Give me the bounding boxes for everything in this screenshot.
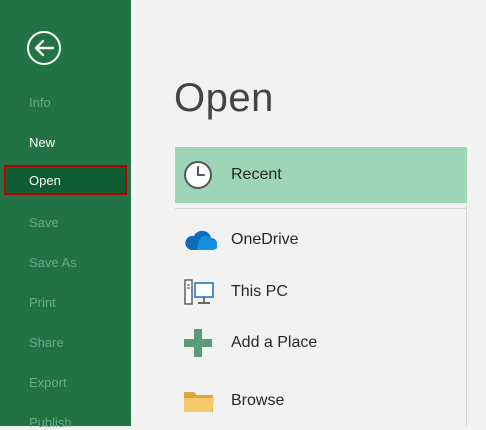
back-button[interactable]: [26, 30, 62, 66]
nav-item-share[interactable]: Share: [29, 335, 64, 350]
location-recent-label: Recent: [231, 166, 282, 183]
location-recent[interactable]: Recent: [175, 147, 467, 203]
nav-item-print[interactable]: Print: [29, 295, 56, 310]
cloud-icon: [185, 230, 217, 250]
divider: [175, 208, 467, 209]
folder-icon: [184, 392, 214, 412]
page-title: Open: [174, 76, 274, 120]
location-onedrive[interactable]: OneDrive: [175, 212, 467, 268]
location-this-pc[interactable]: This PC: [175, 264, 467, 320]
nav-item-save-as[interactable]: Save As: [29, 255, 77, 270]
nav-item-new[interactable]: New: [29, 135, 55, 150]
nav-item-save[interactable]: Save: [29, 215, 59, 230]
nav-item-info[interactable]: Info: [29, 95, 51, 110]
nav-item-publish[interactable]: Publish: [29, 415, 72, 430]
location-add-a-place[interactable]: Add a Place: [175, 315, 467, 371]
open-pane: Open Recent OneDrive This PC Add a Place…: [131, 0, 486, 426]
location-add-a-place-label: Add a Place: [231, 334, 318, 351]
location-onedrive-label: OneDrive: [231, 231, 299, 248]
clock-icon: [184, 161, 212, 189]
nav-item-open[interactable]: Open: [4, 165, 127, 195]
location-browse[interactable]: Browse: [175, 373, 467, 429]
back-arrow-icon: [27, 31, 61, 65]
nav-item-open-label: Open: [29, 172, 61, 188]
location-this-pc-label: This PC: [231, 283, 288, 300]
backstage-sidebar: Info New Open Save Save As Print Share E…: [0, 0, 131, 430]
plus-icon: [184, 329, 212, 357]
computer-icon: [184, 279, 214, 305]
nav-item-export[interactable]: Export: [29, 375, 67, 390]
location-browse-label: Browse: [231, 392, 285, 409]
